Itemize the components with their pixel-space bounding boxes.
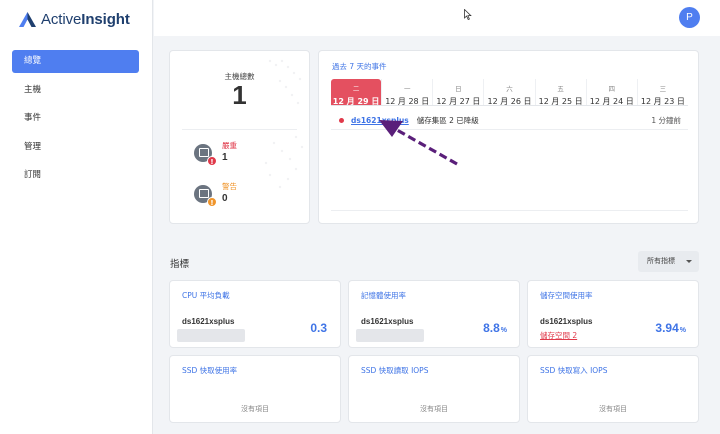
redacted-info [356,329,424,342]
activeinsight-logo-icon [19,11,36,27]
app-logo[interactable]: ActiveInsight [19,8,130,30]
day-tab-1[interactable]: 一 12 月 28 日 [381,79,432,106]
redacted-info [177,329,245,342]
critical-count: 1 [222,152,228,163]
warning-badge-icon: ! [207,196,217,207]
metric-card-ssd-write-iops[interactable]: SSD 快取寫入 IOPS 沒有項目 [527,355,699,423]
day-tab-3[interactable]: 六 12 月 26 日 [483,79,534,106]
user-avatar[interactable]: P [679,7,700,28]
day-tab-0[interactable]: 二 12 月 29 日 [331,79,382,106]
caret-down-icon [686,260,692,263]
metric-value: 0.3 [310,321,327,335]
event-time: 1 分鐘前 [651,115,681,125]
metric-title: CPU 平均負載 [182,291,230,300]
host-summary-card: 主機總數 1 ! 嚴重 1 ! 警告 0 [169,50,310,224]
critical-badge-icon: ! [207,155,217,166]
sidebar-item-overview[interactable]: 總覽 [12,50,139,73]
sidebar-item-events[interactable]: 事件 [12,107,139,130]
top-bar: P [154,0,720,36]
warning-count: 0 [222,193,228,204]
day-tab-5[interactable]: 四 12 月 24 日 [585,79,637,106]
mouse-cursor-icon [464,9,472,20]
events-day-tabs: 二 12 月 29 日 一 12 月 28 日 日 12 月 27 日 六 12 月 2… [331,79,688,106]
empty-state: 沒有項目 [420,405,448,413]
metric-title: SSD 快取使用率 [182,366,238,375]
host-card-divider [182,129,297,130]
warning-summary[interactable]: ! 警告 0 [194,182,237,207]
metric-value: 3.94% [655,321,686,335]
metric-card-storage[interactable]: 儲存空間使用率 ds1621xsplus 儲存空間 2 3.94% [527,280,699,348]
metrics-filter-dropdown[interactable]: 所有指標 [638,251,699,272]
sidebar: ActiveInsight 總覽 主機 事件 管理 訂閱 [0,0,153,434]
metric-title: 記憶體使用率 [361,291,406,300]
metric-host: ds1621xsplus [361,317,414,326]
sidebar-nav: 總覽 主機 事件 管理 訂閱 [12,50,139,193]
metrics-title: 指標 [170,259,190,270]
sidebar-item-subscription[interactable]: 訂閱 [12,164,139,187]
day-tab-4[interactable]: 五 12 月 25 日 [534,79,586,106]
metric-title: 儲存空間使用率 [540,291,593,300]
event-list-bottom-border [331,210,688,211]
total-hosts-count: 1 [232,80,247,110]
metric-card-cpu[interactable]: CPU 平均負載 ds1621xsplus 0.3 [169,280,341,348]
metric-host: ds1621xsplus [540,317,593,326]
sidebar-item-hosts[interactable]: 主機 [12,79,139,102]
app-name: ActiveInsight [41,10,130,28]
server-warning-icon: ! [194,184,217,207]
day-tab-6[interactable]: 三 12 月 23 日 [636,79,688,106]
sidebar-item-management[interactable]: 管理 [12,136,139,159]
day-tab-2[interactable]: 日 12 月 27 日 [432,79,483,106]
critical-label: 嚴重 [222,141,237,150]
critical-dot-icon [339,117,344,123]
warning-label: 警告 [222,182,237,191]
empty-state: 沒有項目 [599,405,627,413]
empty-state: 沒有項目 [241,405,269,413]
metric-card-memory[interactable]: 記憶體使用率 ds1621xsplus 8.8% [348,280,520,348]
events-title: 過去 7 天的事件 [332,62,387,71]
annotation-arrow-icon [379,120,458,166]
storage-volume-link[interactable]: 儲存空間 2 [540,330,577,341]
critical-summary[interactable]: ! 嚴重 1 [194,141,237,166]
server-critical-icon: ! [194,143,217,166]
metric-card-ssd-read-iops[interactable]: SSD 快取讀取 IOPS 沒有項目 [348,355,520,423]
metric-value: 8.8% [483,321,507,335]
metric-card-ssd-usage[interactable]: SSD 快取使用率 沒有項目 [169,355,341,423]
metric-host: ds1621xsplus [182,317,235,326]
metric-title: SSD 快取讀取 IOPS [361,366,429,375]
metric-title: SSD 快取寫入 IOPS [540,366,608,375]
